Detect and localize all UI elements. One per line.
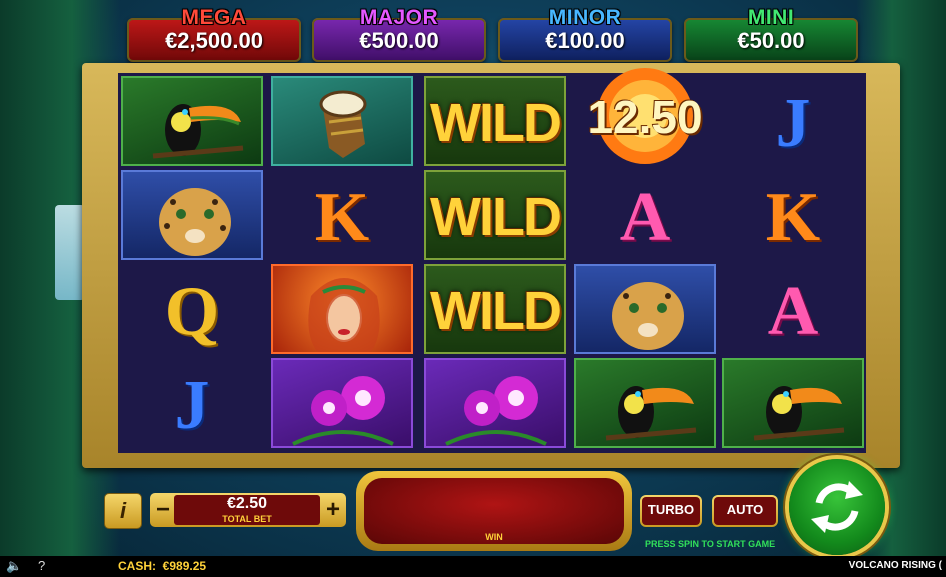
jaguar-icon bbox=[612, 282, 684, 350]
symbol-a: A bbox=[574, 170, 716, 260]
toucan-icon bbox=[152, 104, 244, 159]
ace-icon: A bbox=[767, 273, 819, 350]
jackpot-mega-label: MEGA bbox=[181, 6, 247, 29]
symbol-j: J bbox=[121, 358, 263, 448]
jackpot-mini: MINI €50.00 bbox=[684, 6, 858, 62]
drum-icon bbox=[319, 90, 367, 158]
symbol-orchid bbox=[271, 358, 413, 448]
symbol-drum bbox=[271, 76, 413, 166]
spin-hint: PRESS SPIN TO START GAME bbox=[645, 539, 776, 549]
symbol-a: A bbox=[722, 264, 864, 354]
total-bet-value: €2.50 bbox=[226, 495, 268, 512]
symbol-k: K bbox=[722, 170, 864, 260]
symbol-toucan bbox=[574, 358, 716, 448]
symbol-woman bbox=[271, 264, 413, 354]
jackpot-major: MAJOR €500.00 bbox=[312, 6, 486, 62]
symbol-toucan bbox=[722, 358, 864, 448]
jackpot-mini-label: MINI bbox=[747, 6, 795, 29]
jaguar-icon bbox=[159, 188, 231, 256]
king-icon: K bbox=[765, 179, 821, 256]
game-name: VOLCANO RISING ( bbox=[848, 560, 942, 571]
win-label: WIN bbox=[485, 532, 503, 542]
waterfall-background bbox=[55, 205, 85, 300]
symbol-q: Q bbox=[121, 264, 263, 354]
ace-icon: A bbox=[619, 179, 671, 256]
orchid-icon bbox=[445, 376, 547, 446]
spin-button[interactable] bbox=[789, 459, 885, 555]
symbol-wild-3: WILD bbox=[424, 264, 566, 354]
symbol-k: K bbox=[271, 170, 413, 260]
info-button[interactable]: i bbox=[104, 493, 142, 529]
jackpot-major-value: €500.00 bbox=[359, 28, 439, 53]
symbol-wild-1: WILD bbox=[424, 76, 566, 166]
jackpot-minor: MINOR €100.00 bbox=[498, 6, 672, 62]
jack-icon: J bbox=[174, 367, 210, 444]
spin-arrows-icon bbox=[811, 481, 863, 533]
symbol-wild-2: WILD bbox=[424, 170, 566, 260]
king-icon: K bbox=[314, 179, 370, 256]
total-bet-label: TOTAL BET bbox=[222, 514, 272, 524]
symbol-j: J bbox=[722, 76, 864, 166]
symbol-fireball: 12.50 bbox=[574, 64, 716, 164]
toucan-icon bbox=[605, 386, 697, 441]
fire-goddess-icon bbox=[308, 278, 380, 352]
jackpot-major-label: MAJOR bbox=[359, 6, 439, 29]
wild-label: WILD bbox=[430, 187, 562, 247]
orchid-icon bbox=[292, 376, 394, 446]
cash-balance: CASH: €989.25 bbox=[118, 559, 207, 573]
symbol-jaguar bbox=[121, 170, 263, 260]
jackpot-minor-label: MINOR bbox=[548, 6, 622, 29]
help-button[interactable]: ? bbox=[38, 558, 45, 573]
jackpot-minor-value: €100.00 bbox=[545, 28, 625, 53]
symbol-orchid bbox=[424, 358, 566, 448]
fireball-value: 12.50 bbox=[587, 91, 703, 143]
jackpot-mega-value: €2,500.00 bbox=[165, 28, 263, 53]
speaker-icon[interactable]: 🔈 bbox=[6, 558, 22, 574]
jack-icon: J bbox=[775, 85, 811, 162]
wild-label: WILD bbox=[430, 281, 562, 341]
symbol-toucan bbox=[121, 76, 263, 166]
jackpot-mini-value: €50.00 bbox=[737, 28, 805, 53]
toucan-icon bbox=[753, 386, 845, 441]
auto-label: AUTO bbox=[714, 497, 776, 525]
auto-button[interactable]: AUTO bbox=[712, 495, 778, 527]
symbol-jaguar bbox=[574, 264, 716, 354]
queen-icon: Q bbox=[164, 273, 220, 350]
bet-increase-button[interactable]: + bbox=[322, 496, 344, 524]
wild-label: WILD bbox=[430, 93, 562, 153]
turbo-button[interactable]: TURBO bbox=[640, 495, 702, 527]
turbo-label: TURBO bbox=[642, 497, 700, 525]
jackpot-mega: MEGA €2,500.00 bbox=[127, 6, 301, 62]
bet-decrease-button[interactable]: − bbox=[152, 496, 174, 524]
